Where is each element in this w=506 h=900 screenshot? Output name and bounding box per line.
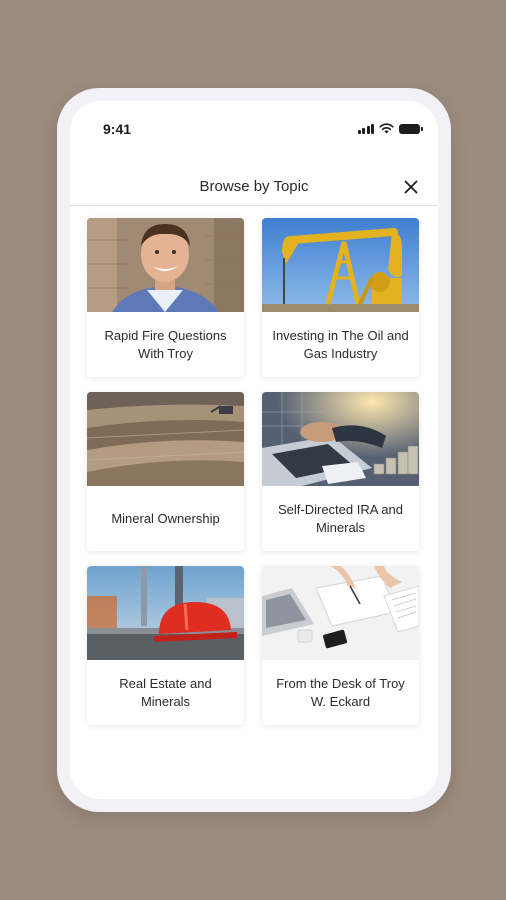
- topic-card[interactable]: Real Estate and Minerals: [87, 566, 244, 725]
- topic-card-label: Investing in The Oil and Gas Industry: [272, 327, 409, 361]
- topic-card[interactable]: From the Desk of Troy W. Eckard: [262, 566, 419, 725]
- portrait-photo: [87, 218, 244, 312]
- desk-writing-photo: [262, 566, 419, 660]
- topic-card-label: Self-Directed IRA and Minerals: [277, 501, 403, 535]
- app-screen: 9:41 Browse by Topic Rapid Fire Question…: [70, 101, 438, 799]
- oil-pumpjack-photo: [262, 218, 419, 312]
- status-time: 9:41: [103, 121, 132, 137]
- topic-card[interactable]: Self-Directed IRA and Minerals: [262, 392, 419, 551]
- topic-card-label: Real Estate and Minerals: [119, 675, 212, 709]
- status-bar: 9:41: [70, 101, 438, 151]
- topic-card[interactable]: Rapid Fire Questions With Troy: [87, 218, 244, 377]
- close-icon: [404, 180, 418, 194]
- topic-card-label: From the Desk of Troy W. Eckard: [276, 675, 405, 709]
- open-pit-mine-photo: [87, 392, 244, 486]
- topic-card[interactable]: Investing in The Oil and Gas Industry: [262, 218, 419, 377]
- topic-card-label: Rapid Fire Questions With Troy: [104, 327, 227, 361]
- topic-card[interactable]: Mineral Ownership: [87, 392, 244, 551]
- status-icons: [357, 123, 423, 134]
- topic-grid: Rapid Fire Questions With Troy Investing…: [87, 218, 421, 725]
- wifi-icon: [379, 123, 394, 134]
- page-title: Browse by Topic: [199, 178, 309, 195]
- battery-icon: [399, 123, 423, 134]
- hard-hat-photo: [87, 566, 244, 660]
- header: Browse by Topic: [70, 161, 438, 206]
- close-button[interactable]: [401, 177, 421, 197]
- cellular-signal-icon: [357, 123, 374, 134]
- laptop-coins-photo: [262, 392, 419, 486]
- topic-card-label: Mineral Ownership: [111, 510, 220, 526]
- phone-frame: 9:41 Browse by Topic Rapid Fire Question…: [57, 88, 451, 812]
